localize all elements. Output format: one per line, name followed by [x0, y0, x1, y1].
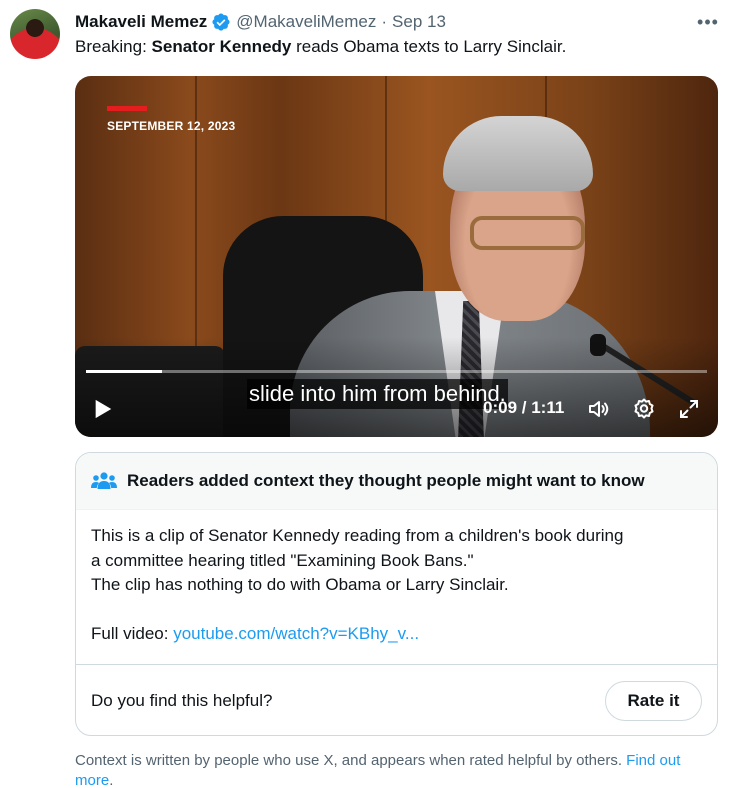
tweet-header: Makaveli Memez @MakaveliMemez · Sep 13 •… [75, 10, 720, 34]
full-video-label: Full video: [91, 624, 174, 643]
duration: 1:11 [531, 398, 565, 417]
community-note: Readers added context they thought peopl… [75, 452, 718, 736]
verified-badge-icon [212, 13, 230, 31]
note-line: This is a clip of Senator Kennedy readin… [91, 526, 624, 545]
volume-icon[interactable] [587, 397, 611, 421]
video-progress-bar[interactable] [86, 370, 707, 373]
video-frame-hair [443, 116, 593, 191]
video-date-overlay: SEPTEMBER 12, 2023 [107, 106, 235, 133]
context-footer: Context is written by people who use X, … [75, 751, 720, 788]
people-icon [91, 472, 117, 489]
avatar[interactable] [10, 9, 60, 59]
tweet-date[interactable]: Sep 13 [392, 12, 446, 32]
note-line: a committee hearing titled "Examining Bo… [91, 550, 474, 570]
time-separator: / [517, 398, 532, 417]
video-frame-glasses [470, 216, 585, 250]
date-accent-bar [107, 106, 147, 111]
author-name[interactable]: Makaveli Memez [75, 12, 207, 32]
full-video-link[interactable]: youtube.com/watch?v=KBhy_v... [173, 624, 419, 643]
separator-dot: · [381, 12, 388, 31]
community-note-body: This is a clip of Senator Kennedy readin… [76, 510, 717, 647]
helpful-question: Do you find this helpful? [91, 690, 273, 710]
tweet-text-bold: Senator Kennedy [151, 37, 292, 56]
community-note-header: Readers added context they thought peopl… [76, 453, 717, 510]
play-icon[interactable] [92, 398, 114, 420]
current-time: 0:09 [483, 398, 518, 417]
tweet-text-suffix: reads Obama texts to Larry Sinclair. [291, 37, 567, 56]
footer-period: . [109, 772, 114, 788]
more-options-icon[interactable]: ••• [696, 10, 720, 34]
video-progress-fill [86, 370, 163, 373]
video-time: 0:09 / 1:11 [483, 398, 564, 418]
community-note-footer: Do you find this helpful? Rate it [76, 664, 717, 735]
note-line: The clip has nothing to do with Obama or… [91, 575, 509, 594]
context-footer-text: Context is written by people who use X, … [75, 752, 622, 769]
video-player[interactable]: SEPTEMBER 12, 2023 slide into him from b… [75, 76, 718, 437]
fullscreen-icon[interactable] [677, 397, 701, 421]
author-handle[interactable]: @MakaveliMemez [236, 12, 376, 32]
rate-it-button[interactable]: Rate it [605, 680, 702, 721]
tweet-text: Breaking: Senator Kennedy reads Obama te… [75, 37, 566, 57]
video-date-text: SEPTEMBER 12, 2023 [107, 119, 236, 133]
tweet-text-prefix: Breaking: [75, 37, 152, 56]
community-note-title: Readers added context they thought peopl… [127, 471, 645, 490]
video-caption: slide into him from behind. [247, 379, 508, 409]
settings-gear-icon[interactable] [632, 397, 656, 421]
full-video-line: Full video: youtube.com/watch?v=KBhy_v..… [91, 622, 702, 647]
